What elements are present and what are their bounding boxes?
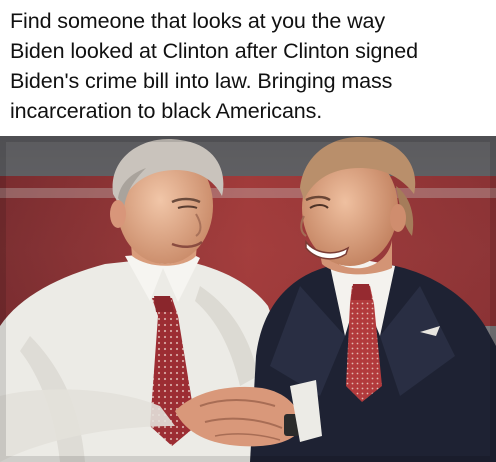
meme-caption: Find someone that looks at you the way B… [0,0,496,136]
meme-photo [0,136,496,462]
caption-line-3: Biden's crime bill into law. Bringing ma… [10,69,393,93]
caption-line-1: Find someone that looks at you the way [10,9,386,33]
caption-line-4: incarceration to black Americans. [10,99,323,123]
caption-line-2: Biden looked at Clinton after Clinton si… [10,39,418,63]
photo-illustration [0,136,496,462]
